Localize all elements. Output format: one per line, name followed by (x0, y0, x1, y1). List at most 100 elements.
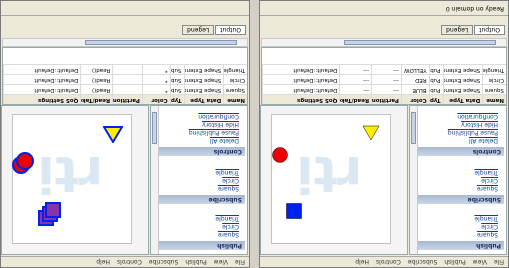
col-name[interactable]: Name (482, 95, 506, 104)
col-partitions[interactable]: Partitions (371, 95, 401, 104)
menu-subscribe[interactable]: Subscribe (408, 259, 437, 266)
cell: * (141, 75, 170, 84)
menu-view[interactable]: View (473, 259, 487, 266)
col-type[interactable]: Type (428, 95, 443, 104)
section-controls[interactable]: Controls (159, 147, 245, 156)
bottom-tabs: Output Legend (441, 25, 505, 35)
link-hide-history[interactable]: Hide History (461, 121, 498, 128)
tab-output[interactable]: Output (474, 25, 505, 35)
col-qos[interactable]: QoS Settings (261, 95, 340, 104)
menu-subscribe[interactable]: Subscribe (149, 259, 178, 266)
task-panel-scrollbar[interactable] (151, 106, 159, 254)
col-color[interactable]: Color (400, 95, 429, 104)
tab-legend[interactable]: Legend (182, 25, 215, 35)
link-publish-triangle[interactable]: Triangle (474, 215, 498, 222)
subscribed-circle-shape[interactable] (11, 149, 37, 175)
link-configuration[interactable]: Configuration (457, 113, 498, 120)
subscriber-window: File View Publish Subscribe Controls Hel… (0, 0, 250, 268)
shapes-canvas[interactable]: rti (1, 105, 149, 255)
task-panel: Publish Square Circle Triangle Subscribe… (150, 105, 248, 255)
drawing-area[interactable]: rti (271, 114, 391, 244)
tab-output[interactable]: Output (215, 25, 246, 35)
table-row[interactable]: Triangle Shape Extended Pub YELLOW --- -… (261, 64, 506, 74)
section-controls[interactable]: Controls (418, 147, 504, 156)
grid-hscrollbar[interactable] (261, 38, 507, 47)
col-name[interactable]: Name (223, 95, 247, 104)
link-subscribe-triangle[interactable]: Triangle (215, 169, 239, 176)
table-row[interactable]: Circle Shape Extended Sub * Read() Defau… (2, 74, 247, 84)
menu-bar: File View Publish Subscribe Controls Hel… (1, 256, 249, 267)
section-subscribe[interactable]: Subscribe (159, 195, 245, 204)
menu-controls[interactable]: Controls (376, 259, 401, 266)
menu-help[interactable]: Help (96, 259, 110, 266)
link-publish-circle[interactable]: Circle (222, 223, 239, 230)
link-configuration[interactable]: Configuration (198, 113, 239, 120)
section-subscribe[interactable]: Subscribe (418, 195, 504, 204)
cell: Pub (428, 75, 443, 84)
cell: Triangle (482, 65, 506, 74)
bottom-tabs: Output Legend (182, 25, 246, 35)
link-publish-triangle[interactable]: Triangle (215, 215, 239, 222)
link-subscribe-circle[interactable]: Circle (222, 177, 239, 184)
col-read-take[interactable]: Read/Take (80, 95, 113, 104)
table-row[interactable]: Triangle Shape Extended Sub * Read() Def… (2, 64, 247, 74)
link-subscribe-square[interactable]: Square (477, 185, 498, 192)
cell: Circle (223, 75, 247, 84)
table-row[interactable]: Square Shape Extended Pub BLUE --- --- D… (261, 84, 506, 94)
cell: Square (223, 85, 247, 94)
link-pause-publishing[interactable]: Pause Publishing (189, 129, 239, 136)
section-publish[interactable]: Publish (418, 241, 504, 250)
col-read-take[interactable]: Read/Take (339, 95, 372, 104)
link-delete-all[interactable]: Delete All (210, 137, 239, 144)
table-row[interactable]: Circle Shape Extended Pub RED --- --- De… (261, 74, 506, 84)
link-subscribe-triangle[interactable]: Triangle (474, 169, 498, 176)
drawing-area[interactable]: rti (12, 114, 132, 244)
grid-hscrollbar[interactable] (2, 38, 248, 47)
link-pause-publishing[interactable]: Pause Publishing (448, 129, 498, 136)
col-partitions[interactable]: Partitions (112, 95, 142, 104)
link-publish-circle[interactable]: Circle (481, 223, 498, 230)
col-type[interactable]: Type (169, 95, 184, 104)
cell: Shape Extended (183, 85, 224, 94)
cell: Default::Default (261, 65, 340, 74)
red-circle-shape[interactable] (272, 147, 288, 163)
col-qos[interactable]: QoS Settings (2, 95, 81, 104)
shapes-canvas[interactable]: rti (260, 105, 408, 255)
menu-view[interactable]: View (214, 259, 228, 266)
logo-watermark: rti (296, 145, 362, 203)
subscribed-square-shape[interactable] (33, 199, 61, 227)
section-publish[interactable]: Publish (159, 241, 245, 250)
cell: Default::Default (261, 85, 340, 94)
link-subscribe-circle[interactable]: Circle (481, 177, 498, 184)
col-data-type[interactable]: Data Type (442, 95, 483, 104)
link-publish-square[interactable]: Square (218, 231, 239, 238)
cell: --- (371, 65, 401, 74)
cell: Circle (482, 75, 506, 84)
link-subscribe-square[interactable]: Square (218, 185, 239, 192)
link-delete-all[interactable]: Delete All (469, 137, 498, 144)
cell: Square (482, 85, 506, 94)
link-hide-history[interactable]: Hide History (202, 121, 239, 128)
cell: Read() (80, 75, 113, 84)
menu-file[interactable]: File (494, 259, 504, 266)
entity-grid: Name Data Type Type Color Partitions Rea… (261, 47, 507, 105)
task-panel-scrollbar[interactable] (410, 106, 418, 254)
menu-help[interactable]: Help (355, 259, 369, 266)
cell (112, 65, 142, 74)
blue-square-shape[interactable] (286, 203, 302, 219)
cell: Read() (80, 85, 113, 94)
cell: Shape Extended (442, 75, 483, 84)
menu-publish[interactable]: Publish (444, 259, 465, 266)
menu-controls[interactable]: Controls (117, 259, 142, 266)
status-text: Ready on domain 0 (445, 5, 504, 12)
link-publish-square[interactable]: Square (477, 231, 498, 238)
menu-file[interactable]: File (235, 259, 245, 266)
yellow-triangle-shape[interactable] (362, 125, 380, 141)
subscribed-triangle-shape[interactable] (103, 125, 123, 143)
col-color[interactable]: Color (141, 95, 170, 104)
tab-legend[interactable]: Legend (441, 25, 474, 35)
menu-publish[interactable]: Publish (185, 259, 206, 266)
grid-header: Name Data Type Type Color Partitions Rea… (2, 94, 247, 104)
col-data-type[interactable]: Data Type (183, 95, 224, 104)
table-row[interactable]: Square Shape Extended Sub * Read() Defau… (2, 84, 247, 94)
